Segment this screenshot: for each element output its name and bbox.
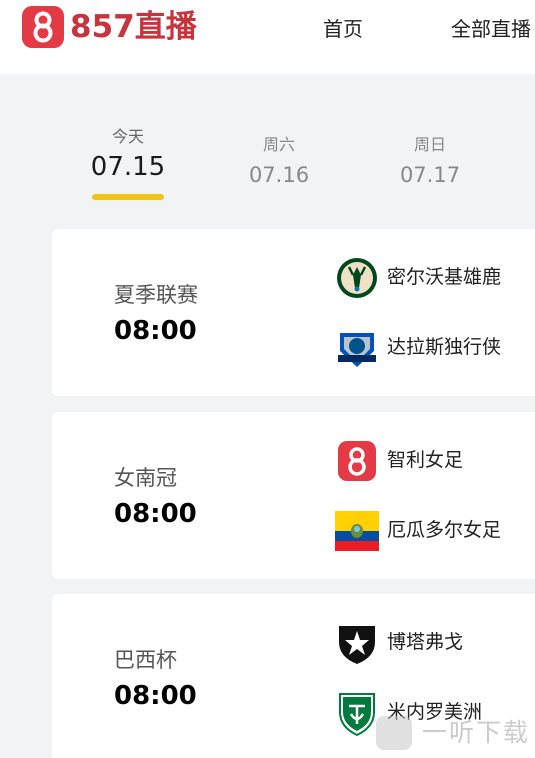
home-team: 密尔沃基雄鹿 (334, 255, 535, 301)
mavericks-logo-icon (338, 333, 376, 367)
active-tab-indicator (92, 194, 164, 200)
watermark: 一听下载 (372, 712, 535, 754)
bucks-logo-icon (337, 258, 377, 298)
league-name: 女南冠 (114, 466, 177, 490)
team-name: 厄瓜多尔女足 (387, 519, 502, 541)
watermark-logo-icon (376, 716, 412, 750)
date-selector: 今天 07.15 周六 07.16 周日 07.17 (0, 120, 535, 210)
top-navigation-bar: 857直播 首页 全部直播 (0, 0, 535, 74)
match-card[interactable]: 夏季联赛 08:00 密尔沃基雄鹿 达拉斯独行侠 (52, 229, 535, 396)
botafogo-logo-icon (339, 626, 375, 664)
watermark-text: 一听下载 (422, 718, 531, 747)
nav-home-link[interactable]: 首页 (323, 14, 363, 44)
league-name: 巴西杯 (114, 648, 177, 672)
match-card[interactable]: 女南冠 08:00 智利女足 厄瓜多尔女足 (52, 412, 535, 579)
away-team: 达拉斯独行侠 (334, 325, 535, 371)
league-name: 夏季联赛 (114, 283, 198, 307)
team-name: 智利女足 (387, 449, 464, 471)
date-tab-weekday: 周六 (262, 135, 295, 154)
team-name: 密尔沃基雄鹿 (387, 266, 502, 288)
away-team: 厄瓜多尔女足 (334, 508, 535, 554)
date-tab-date: 07.16 (248, 163, 310, 187)
logo-text[interactable]: 857直播 (70, 6, 197, 48)
match-time: 08:00 (114, 316, 197, 346)
date-tab-saturday[interactable]: 周六 07.16 (224, 134, 334, 190)
nav-all-live-link[interactable]: 全部直播 (451, 14, 531, 44)
team-name: 博塔弗戈 (387, 631, 464, 653)
match-time: 08:00 (114, 681, 197, 711)
date-tab-sunday[interactable]: 周日 07.17 (375, 134, 485, 190)
ecuador-flag-icon (335, 511, 379, 551)
date-tab-date: 07.17 (399, 163, 461, 187)
team-name: 达拉斯独行侠 (387, 336, 502, 358)
home-team: 智利女足 (334, 438, 535, 484)
logo-icon[interactable] (22, 6, 64, 48)
match-time: 08:00 (114, 499, 197, 529)
date-tab-date: 07.15 (90, 152, 166, 182)
home-team: 博塔弗戈 (334, 620, 535, 666)
date-tab-weekday: 周日 (413, 135, 446, 154)
default-team-logo-icon (338, 441, 376, 481)
date-tab-weekday: 今天 (111, 127, 144, 146)
date-tab-today[interactable]: 今天 07.15 (73, 126, 183, 182)
